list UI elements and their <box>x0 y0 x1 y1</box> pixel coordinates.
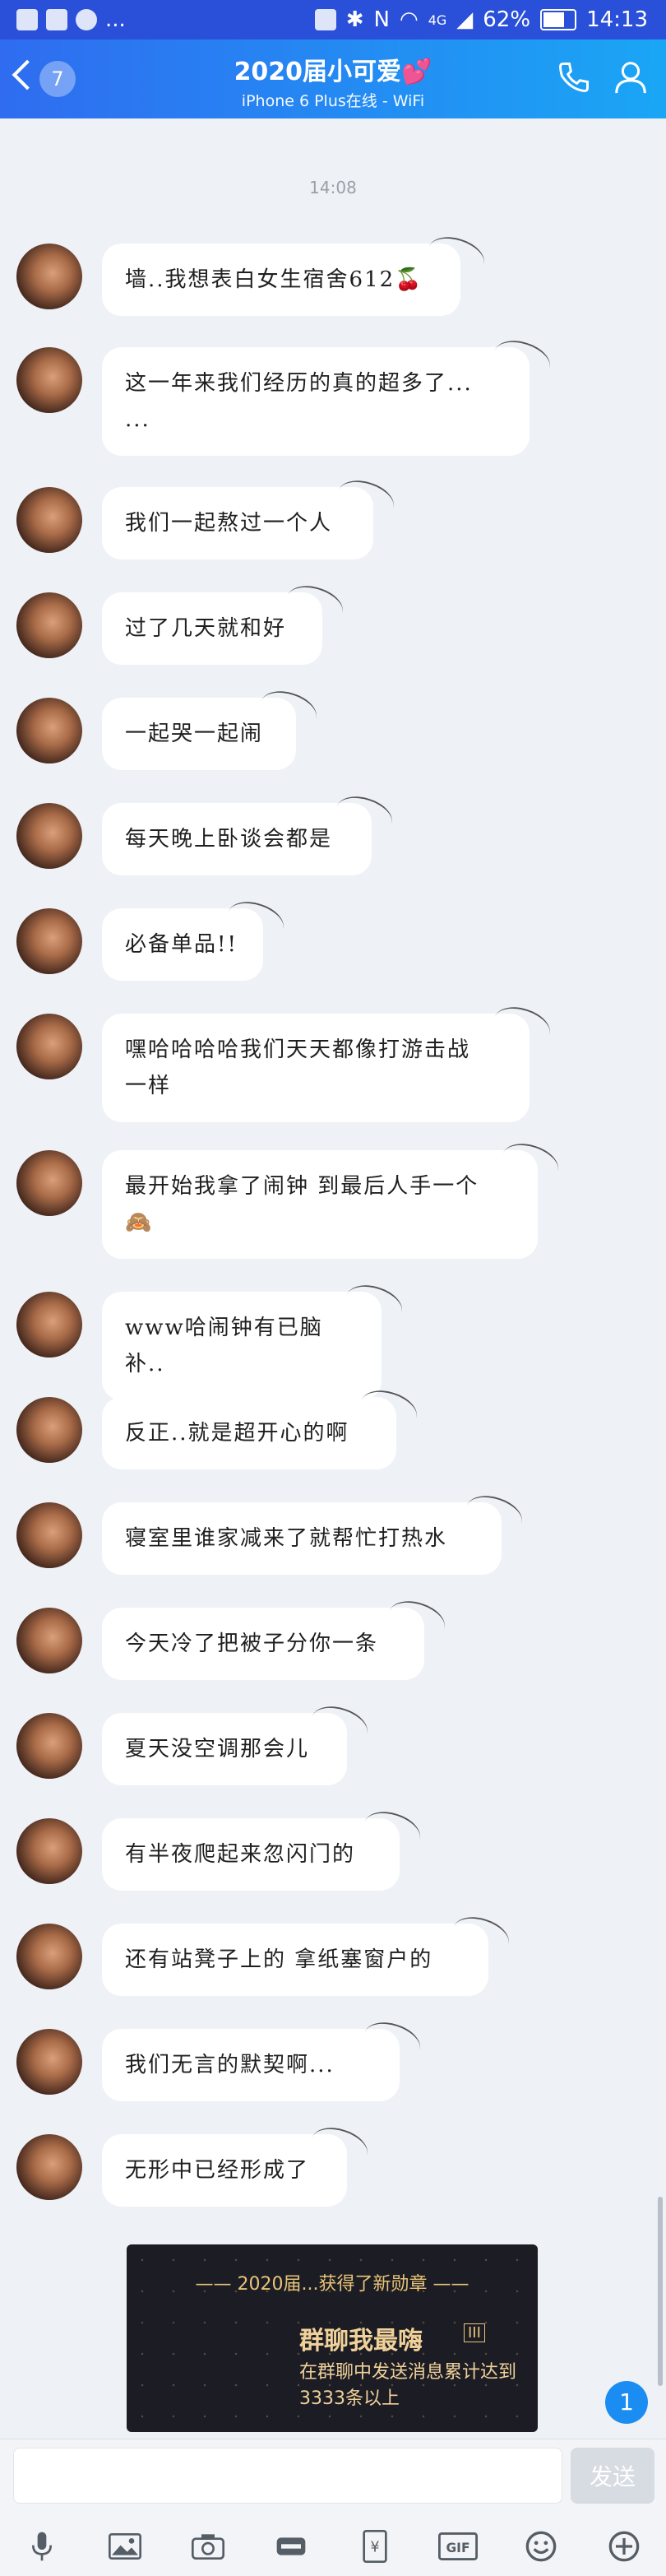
medal-headline: —— 2020届...获得了新勋章 —— <box>195 2274 469 2295</box>
message-bubble[interactable]: 我们无言的默契啊... <box>102 2029 400 2101</box>
message-bubble[interactable]: 墙..我想表白女生宿舍612🍒 <box>102 244 460 316</box>
message-bubble[interactable]: 有半夜爬起来忽闪门的 <box>102 1818 400 1891</box>
status-bar: ... ✱ N ◠ 4G ◢ 62% 14:13 <box>0 0 666 39</box>
avatar[interactable] <box>16 1397 82 1463</box>
emoji-icon[interactable] <box>520 2526 562 2567</box>
avatar[interactable] <box>16 2134 82 2200</box>
network-type: 4G <box>428 12 447 28</box>
gif-icon[interactable]: GIF <box>437 2526 479 2567</box>
microphone-icon[interactable] <box>21 2526 62 2567</box>
notification-icon <box>16 9 38 30</box>
more-notifications: ... <box>105 7 126 32</box>
medal-level: III <box>464 2323 485 2342</box>
input-toolbar: ¥ GIF <box>0 2522 666 2571</box>
transfer-label: ¥ <box>370 2540 379 2556</box>
transfer-icon[interactable]: ¥ <box>354 2526 395 2567</box>
scrollbar[interactable] <box>658 2197 663 2386</box>
medal-name: 群聊我最嗨 <box>299 2327 423 2356</box>
avatar[interactable] <box>16 487 82 553</box>
message-bubble[interactable]: 嘿哈哈哈哈我们天天都像打游击战 一样 <box>102 1014 530 1122</box>
avatar[interactable] <box>16 908 82 974</box>
message-bubble[interactable]: 反正..就是超开心的啊 <box>102 1397 396 1469</box>
avatar[interactable] <box>16 1292 82 1358</box>
avatar[interactable] <box>16 1014 82 1079</box>
camera-icon[interactable] <box>187 2526 229 2567</box>
signal-icon: ◢ <box>456 7 474 32</box>
plus-icon[interactable] <box>604 2526 645 2567</box>
avatar[interactable] <box>16 347 82 413</box>
message-bubble[interactable]: 每天晚上卧谈会都是 <box>102 803 372 875</box>
message-input[interactable] <box>13 2448 562 2504</box>
wifi-icon: ◠ <box>400 7 419 32</box>
message-bubble[interactable]: 今天冷了把被子分你一条 <box>102 1608 424 1680</box>
image-icon[interactable] <box>104 2526 146 2567</box>
message-bubble[interactable]: 这一年来我们经历的真的超多了... ... <box>102 347 530 456</box>
medal-notification-card[interactable]: —— 2020届...获得了新勋章 —— 群聊我最嗨 III 在群聊中发送消息累… <box>127 2244 538 2432</box>
avatar[interactable] <box>16 698 82 764</box>
avatar[interactable] <box>16 803 82 869</box>
red-packet-icon[interactable] <box>271 2526 312 2567</box>
input-bar: 发送 ¥ GIF <box>0 2439 666 2576</box>
medal-description: 在群聊中发送消息累计达到3333条以上 <box>299 2362 517 2409</box>
message-bubble[interactable]: www哈闹钟有已脑补.. <box>102 1292 382 1400</box>
avatar[interactable] <box>16 592 82 658</box>
message-bubble[interactable]: 还有站凳子上的 拿纸塞窗户的 <box>102 1924 488 1996</box>
message-bubble[interactable]: 寝室里谁家减来了就帮忙打热水 <box>102 1502 502 1575</box>
avatar[interactable] <box>16 1150 82 1216</box>
alarm-icon <box>314 9 336 30</box>
gallery-notification-icon <box>46 9 67 30</box>
avatar[interactable] <box>16 1502 82 1568</box>
chat-header: 7 2020届小可爱💕 iPhone 6 Plus在线 - WiFi <box>0 39 666 118</box>
avatar[interactable] <box>16 1818 82 1884</box>
avatar[interactable] <box>16 1924 82 1989</box>
avatar[interactable] <box>16 2029 82 2095</box>
avatar[interactable] <box>16 1608 82 1673</box>
send-button[interactable]: 发送 <box>571 2448 654 2504</box>
battery-icon <box>540 9 577 30</box>
profile-icon[interactable] <box>612 58 650 97</box>
avatar[interactable] <box>16 1713 82 1779</box>
clock: 14:13 <box>586 7 648 32</box>
message-bubble[interactable]: 最开始我拿了闹钟 到最后人手一个 🙈 <box>102 1150 538 1259</box>
bluetooth-icon: ✱ <box>345 7 364 32</box>
phone-call-icon[interactable] <box>556 59 592 95</box>
message-bubble[interactable]: 我们一起熬过一个人 <box>102 487 373 559</box>
app-notification-icon <box>76 9 97 30</box>
avatar[interactable] <box>16 244 82 309</box>
battery-percent: 62% <box>483 7 531 32</box>
message-timestamp: 14:08 <box>309 178 357 197</box>
new-message-badge[interactable]: 1 <box>605 2381 648 2424</box>
gif-label: GIF <box>446 2541 469 2555</box>
nfc-icon: N <box>373 7 390 32</box>
